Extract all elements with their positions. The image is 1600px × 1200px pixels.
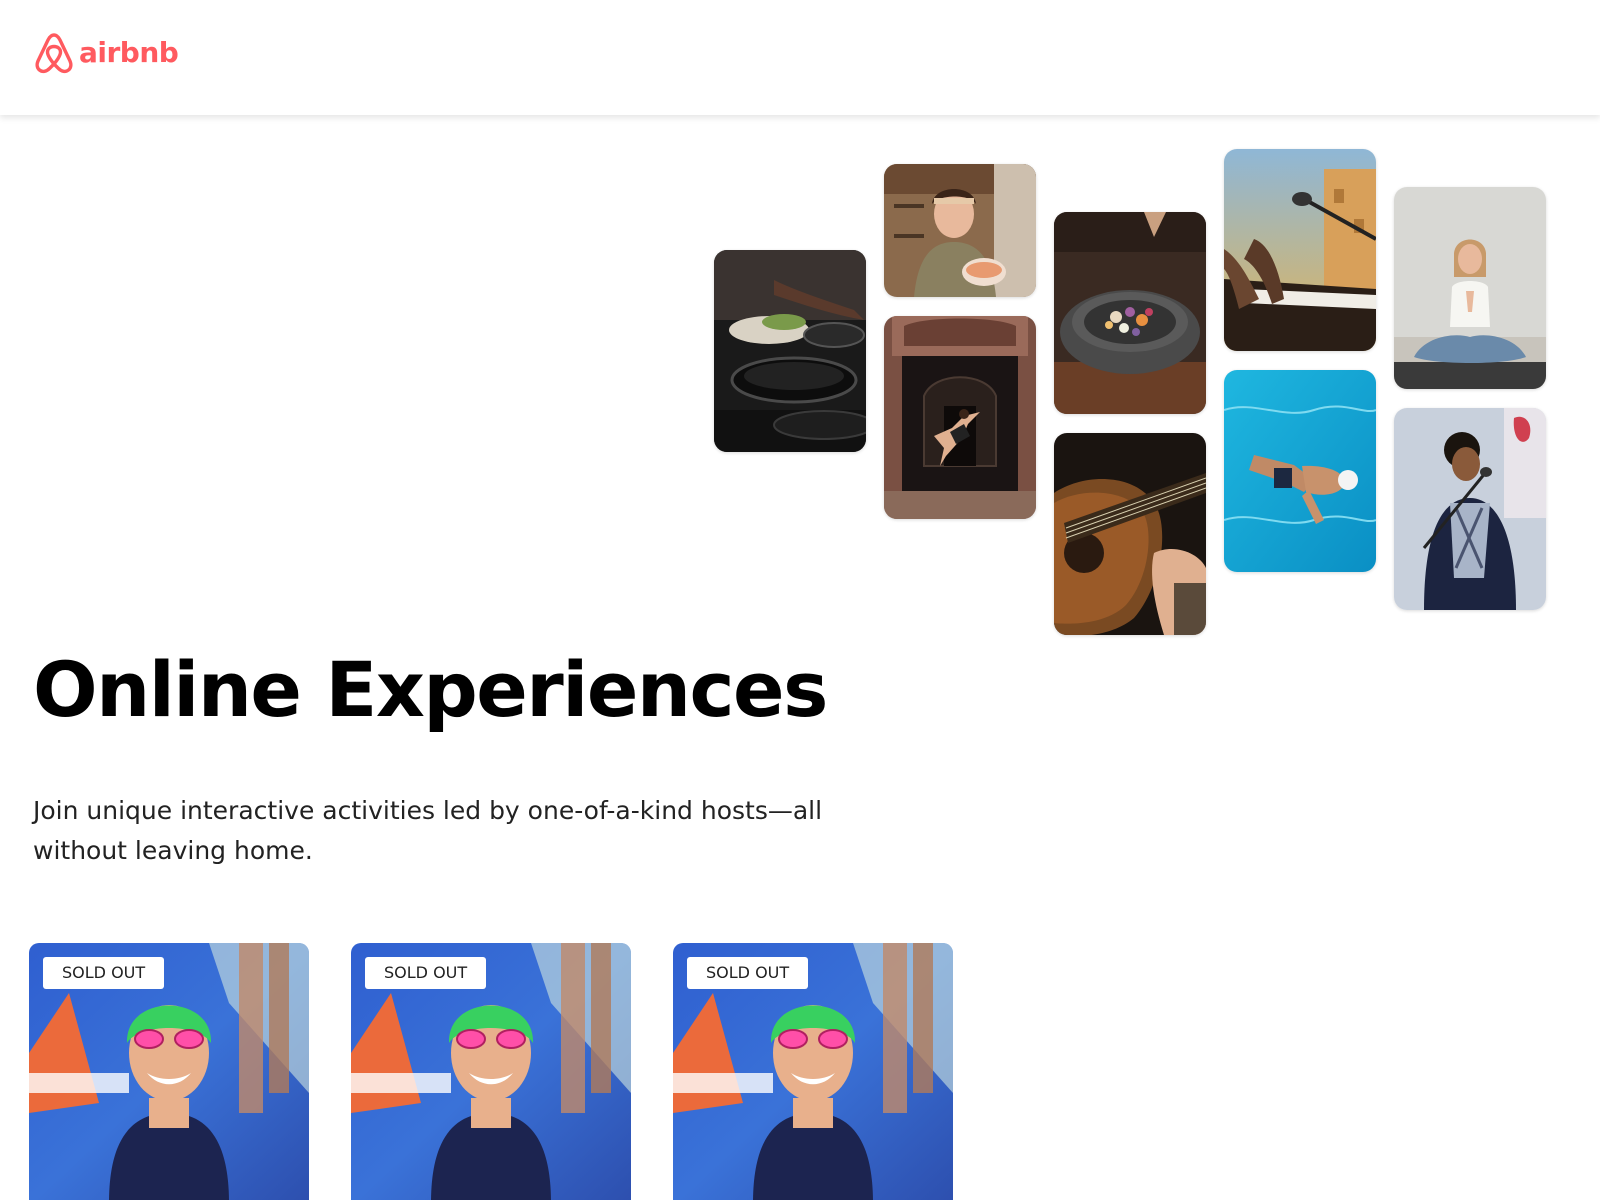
yoga-woman-photo [1394,187,1546,389]
airbnb-logo[interactable]: airbnb [33,31,179,75]
sold-out-badge: SOLD OUT [365,957,487,989]
swimmer-pool-photo [1224,370,1376,572]
dancer-doorway-photo [884,316,1036,519]
logo-text: airbnb [79,36,179,69]
experience-card[interactable]: SOLD OUT [29,943,309,1200]
airbnb-belo-icon [35,33,73,74]
sold-out-badge: SOLD OUT [687,957,809,989]
guitar-player-photo [1054,433,1206,635]
experience-card[interactable]: SOLD OUT [351,943,631,1200]
singer-microphone-photo [1394,408,1546,610]
page-title: Online Experiences [33,645,828,734]
cooking-pans-photo [714,250,866,452]
sold-out-badge: SOLD OUT [43,957,165,989]
piano-microphone-photo [1224,149,1376,351]
experience-card[interactable]: SOLD OUT [673,943,953,1200]
baker-woman-photo [884,164,1036,297]
page-subtitle: Join unique interactive activities led b… [33,796,823,865]
stone-bowl-food-photo [1054,212,1206,414]
top-navbar: airbnb [0,0,1600,115]
